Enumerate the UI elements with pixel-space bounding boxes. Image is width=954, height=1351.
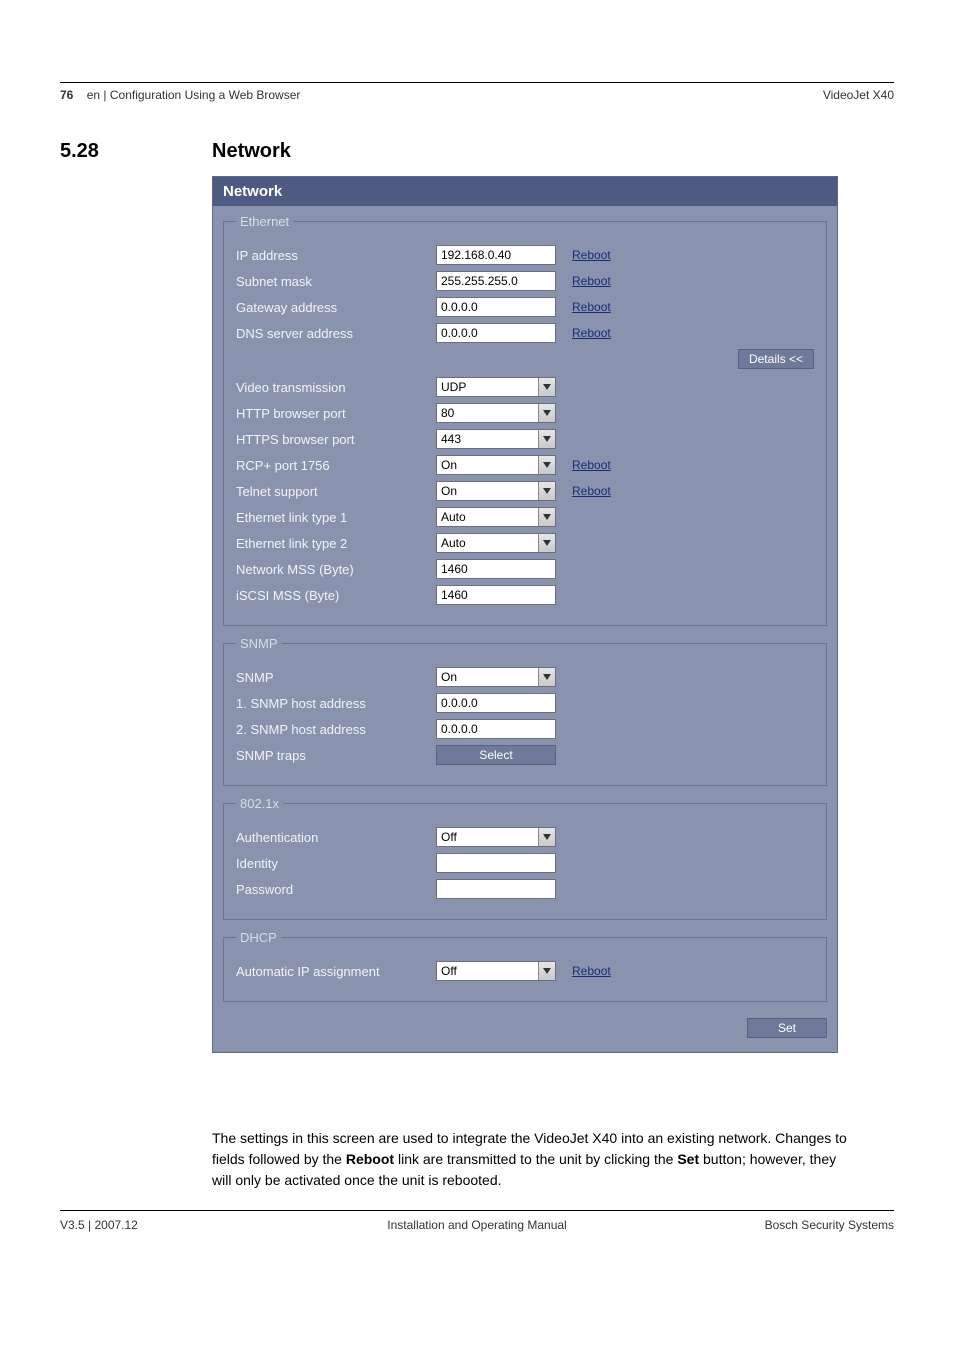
dhcp-legend: DHCP: [236, 930, 281, 945]
dhcp-group: DHCP Automatic IP assignment Off Reboot: [223, 930, 827, 1002]
ethernet-group: Ethernet IP address Reboot Subnet mask R…: [223, 214, 827, 626]
chevron-down-icon: [538, 668, 555, 686]
ip-address-label: IP address: [236, 248, 436, 263]
rcp-port-label: RCP+ port 1756: [236, 458, 436, 473]
gateway-address-input[interactable]: [436, 297, 556, 317]
chevron-down-icon: [538, 482, 555, 500]
identity-input[interactable]: [436, 853, 556, 873]
telnet-label: Telnet support: [236, 484, 436, 499]
link1-select[interactable]: Auto: [436, 507, 556, 527]
chevron-down-icon: [538, 456, 555, 474]
snmp-legend: SNMP: [236, 636, 282, 651]
iscsi-mss-label: iSCSI MSS (Byte): [236, 588, 436, 603]
snmp-traps-select-button[interactable]: Select: [436, 745, 556, 765]
network-mss-label: Network MSS (Byte): [236, 562, 436, 577]
reboot-link[interactable]: Reboot: [572, 274, 611, 288]
authentication-label: Authentication: [236, 830, 436, 845]
video-transmission-select[interactable]: UDP: [436, 377, 556, 397]
link2-label: Ethernet link type 2: [236, 536, 436, 551]
snmp-host2-label: 2. SNMP host address: [236, 722, 436, 737]
subnet-mask-input[interactable]: [436, 271, 556, 291]
ethernet-legend: Ethernet: [236, 214, 293, 229]
dot1x-group: 802.1x Authentication Off Identity Passw…: [223, 796, 827, 920]
snmp-label: SNMP: [236, 670, 436, 685]
https-port-value: 443: [437, 432, 461, 446]
page-footer: V3.5 | 2007.12 Installation and Operatin…: [60, 1218, 894, 1232]
http-port-select[interactable]: 80: [436, 403, 556, 423]
chevron-down-icon: [538, 378, 555, 396]
auto-ip-label: Automatic IP assignment: [236, 964, 436, 979]
body-text: The settings in this screen are used to …: [212, 1128, 852, 1191]
snmp-host2-input[interactable]: [436, 719, 556, 739]
password-input[interactable]: [436, 879, 556, 899]
https-port-select[interactable]: 443: [436, 429, 556, 449]
snmp-host1-label: 1. SNMP host address: [236, 696, 436, 711]
chevron-down-icon: [538, 430, 555, 448]
reboot-link[interactable]: Reboot: [572, 326, 611, 340]
details-button[interactable]: Details <<: [738, 349, 814, 369]
footer-rule: [60, 1210, 894, 1211]
telnet-select[interactable]: On: [436, 481, 556, 501]
authentication-select[interactable]: Off: [436, 827, 556, 847]
header-rule: [60, 82, 894, 83]
snmp-host1-input[interactable]: [436, 693, 556, 713]
panel-title: Network: [213, 177, 837, 206]
snmp-select[interactable]: On: [436, 667, 556, 687]
chevron-down-icon: [538, 508, 555, 526]
password-label: Password: [236, 882, 436, 897]
snmp-value: On: [437, 670, 457, 684]
dns-server-input[interactable]: [436, 323, 556, 343]
dot1x-legend: 802.1x: [236, 796, 283, 811]
snmp-traps-label: SNMP traps: [236, 748, 436, 763]
video-transmission-value: UDP: [437, 380, 466, 394]
chevron-down-icon: [538, 404, 555, 422]
breadcrumb: en | Configuration Using a Web Browser: [87, 88, 301, 102]
telnet-value: On: [437, 484, 457, 498]
iscsi-mss-input[interactable]: [436, 585, 556, 605]
product-name: VideoJet X40: [823, 88, 894, 102]
link1-value: Auto: [437, 510, 466, 524]
section-number: 5.28: [60, 140, 99, 163]
network-panel: Network Ethernet IP address Reboot Subne…: [212, 176, 838, 1053]
page-header: 76 en | Configuration Using a Web Browse…: [60, 88, 894, 102]
https-port-label: HTTPS browser port: [236, 432, 436, 447]
body-bold2: Set: [677, 1151, 699, 1167]
snmp-group: SNMP SNMP On 1. SNMP host address 2. SNM…: [223, 636, 827, 786]
video-transmission-label: Video transmission: [236, 380, 436, 395]
subnet-mask-label: Subnet mask: [236, 274, 436, 289]
authentication-value: Off: [437, 830, 457, 844]
reboot-link[interactable]: Reboot: [572, 484, 611, 498]
body-part2: link are transmitted to the unit by clic…: [394, 1151, 677, 1167]
link2-select[interactable]: Auto: [436, 533, 556, 553]
page-number: 76: [60, 88, 73, 102]
reboot-link[interactable]: Reboot: [572, 248, 611, 262]
http-port-label: HTTP browser port: [236, 406, 436, 421]
reboot-link[interactable]: Reboot: [572, 300, 611, 314]
reboot-link[interactable]: Reboot: [572, 458, 611, 472]
link2-value: Auto: [437, 536, 466, 550]
reboot-link[interactable]: Reboot: [572, 964, 611, 978]
chevron-down-icon: [538, 828, 555, 846]
body-bold1: Reboot: [346, 1151, 394, 1167]
footer-right: Bosch Security Systems: [765, 1218, 894, 1232]
gateway-address-label: Gateway address: [236, 300, 436, 315]
ip-address-input[interactable]: [436, 245, 556, 265]
network-mss-input[interactable]: [436, 559, 556, 579]
auto-ip-value: Off: [437, 964, 457, 978]
set-button[interactable]: Set: [747, 1018, 827, 1038]
rcp-port-value: On: [437, 458, 457, 472]
rcp-port-select[interactable]: On: [436, 455, 556, 475]
chevron-down-icon: [538, 962, 555, 980]
http-port-value: 80: [437, 406, 454, 420]
dns-server-label: DNS server address: [236, 326, 436, 341]
link1-label: Ethernet link type 1: [236, 510, 436, 525]
chevron-down-icon: [538, 534, 555, 552]
auto-ip-select[interactable]: Off: [436, 961, 556, 981]
identity-label: Identity: [236, 856, 436, 871]
section-title: Network: [212, 140, 291, 163]
